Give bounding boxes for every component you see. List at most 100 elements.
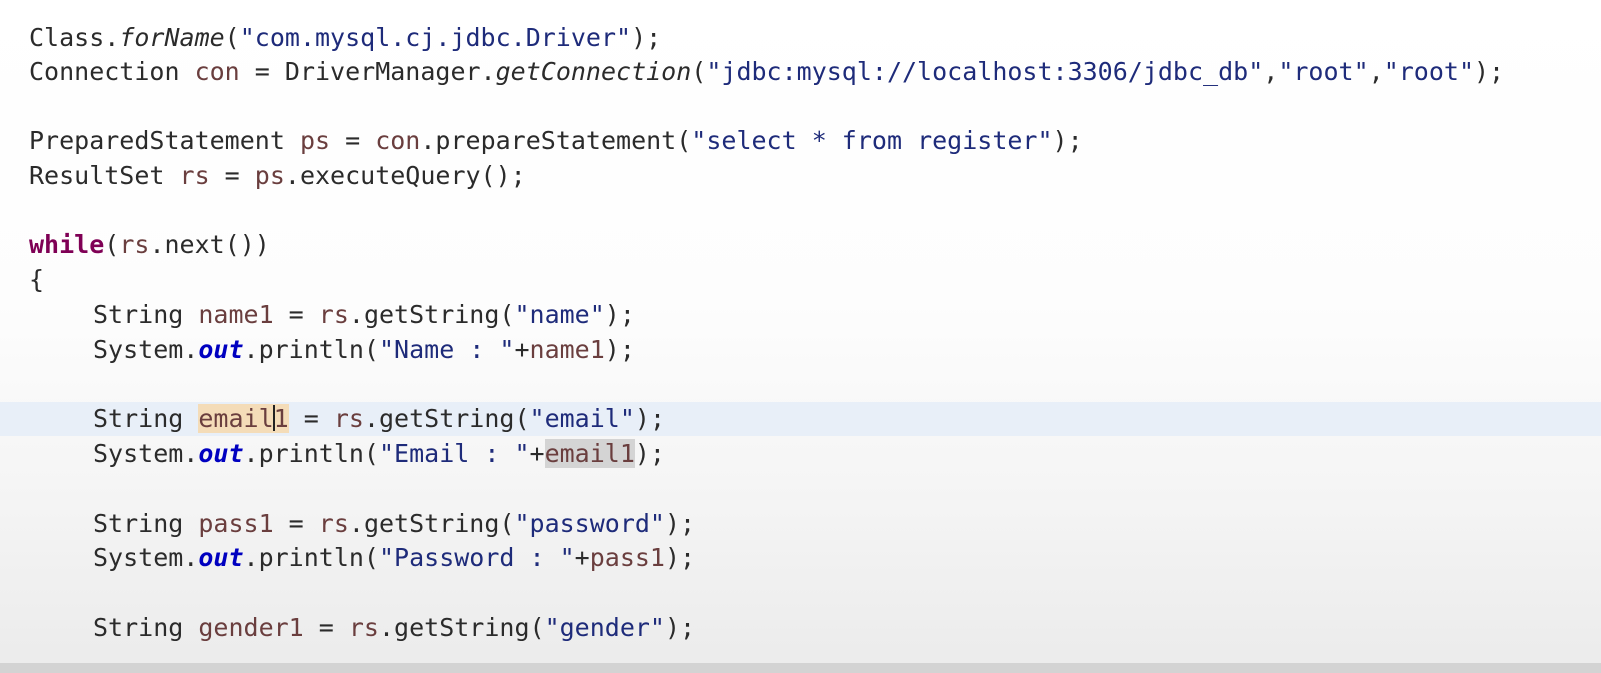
code-text: .println(: [243, 335, 379, 364]
variable-name: rs: [119, 230, 150, 259]
variable-name: rs: [333, 404, 364, 433]
code-line[interactable]: [0, 90, 1601, 124]
code-line[interactable]: System.out.println("Password : "+pass1);: [0, 541, 1601, 575]
code-text: +: [574, 543, 590, 572]
variable-name: con: [194, 57, 240, 86]
highlighted-occurrence: 1: [273, 404, 289, 433]
code-text: );: [634, 404, 665, 433]
code-line[interactable]: while(rs.next()): [0, 228, 1601, 262]
editor-bottom-edge: [0, 663, 1601, 673]
code-text: );: [1474, 57, 1505, 86]
code-text: .next()): [149, 230, 270, 259]
string-literal: "jdbc:mysql://localhost:3306/jdbc_db": [706, 57, 1264, 86]
code-text: = DriverManager.: [239, 57, 496, 86]
code-text: System.: [93, 335, 199, 364]
code-text: String: [93, 613, 199, 642]
keyword: while: [29, 230, 105, 259]
code-line[interactable]: [0, 194, 1601, 228]
variable-name: name1: [529, 335, 605, 364]
code-line[interactable]: String name1 = rs.getString("name");: [0, 298, 1601, 332]
string-literal: "select * from register": [691, 126, 1053, 155]
code-text: =: [209, 161, 255, 190]
code-text: System.: [93, 439, 199, 468]
code-text: );: [634, 439, 665, 468]
code-text: .getString(: [348, 509, 515, 538]
code-text: =: [288, 404, 334, 433]
code-text: Connection: [29, 57, 195, 86]
variable-name: rs: [318, 509, 349, 538]
code-text: );: [664, 543, 696, 572]
variable-name: rs: [179, 161, 210, 190]
string-literal: "email": [529, 404, 635, 433]
code-line[interactable]: Class.forName("com.mysql.cj.jdbc.Driver"…: [0, 21, 1601, 55]
code-text: =: [273, 509, 319, 538]
variable-name: con: [375, 126, 421, 155]
code-text: =: [273, 300, 319, 329]
code-text: =: [303, 613, 349, 642]
string-literal: "password": [514, 509, 665, 538]
code-line[interactable]: PreparedStatement ps = con.prepareStatem…: [0, 124, 1601, 158]
code-line[interactable]: System.out.println("Email : "+email1);: [0, 437, 1601, 471]
string-literal: "root": [1383, 57, 1474, 86]
code-text: );: [664, 509, 696, 538]
code-line[interactable]: {: [0, 263, 1601, 297]
code-text: );: [664, 613, 696, 642]
code-text: .executeQuery();: [284, 161, 526, 190]
code-editor[interactable]: Class.forName("com.mysql.cj.jdbc.Driver"…: [0, 0, 1601, 673]
code-line[interactable]: [0, 368, 1601, 402]
code-text: Class.: [29, 23, 120, 52]
string-literal: "name": [514, 300, 605, 329]
code-text: =: [330, 126, 376, 155]
static-field: out: [198, 335, 244, 364]
code-line[interactable]: String gender1 = rs.getString("gender");: [0, 611, 1601, 645]
code-line[interactable]: [0, 472, 1601, 506]
code-text: ResultSet: [29, 161, 180, 190]
code-text: .println(: [243, 543, 379, 572]
code-line[interactable]: String pass1 = rs.getString("password");: [0, 507, 1601, 541]
code-text: .println(: [243, 439, 379, 468]
text-caret: [272, 405, 275, 431]
code-text: +: [529, 439, 545, 468]
code-text: ,: [1368, 57, 1384, 86]
code-text: PreparedStatement: [29, 126, 300, 155]
code-text: .getString(: [363, 404, 530, 433]
variable-name: ps: [254, 161, 285, 190]
highlighted-occurrence: email1: [544, 439, 635, 468]
variable-name: rs: [348, 613, 379, 642]
code-text: {: [29, 265, 45, 294]
code-text: .prepareStatement(: [420, 126, 692, 155]
code-text: (: [104, 230, 120, 259]
method-name: getConnection: [495, 57, 692, 86]
variable-name: pass1: [198, 509, 274, 538]
code-text: );: [604, 335, 635, 364]
variable-name: pass1: [589, 543, 665, 572]
code-line[interactable]: ResultSet rs = ps.executeQuery();: [0, 159, 1601, 193]
code-line[interactable]: Connection con = DriverManager.getConnec…: [0, 55, 1601, 89]
string-literal: "Password : ": [378, 543, 575, 572]
string-literal: "gender": [544, 613, 665, 642]
variable-name: gender1: [198, 613, 304, 642]
code-text: String: [93, 509, 199, 538]
variable-name: ps: [299, 126, 331, 155]
code-text: String: [93, 404, 199, 433]
code-line[interactable]: [0, 576, 1601, 610]
code-text: .getString(: [348, 300, 515, 329]
variable-name: rs: [318, 300, 349, 329]
string-literal: "Name : ": [378, 335, 515, 364]
code-text: (: [691, 57, 707, 86]
code-line[interactable]: System.out.println("Name : "+name1);: [0, 333, 1601, 367]
static-field: out: [198, 439, 244, 468]
code-text: (: [224, 23, 240, 52]
code-text: System.: [93, 543, 199, 572]
highlighted-occurrence: email: [198, 404, 274, 433]
string-literal: "root": [1278, 57, 1369, 86]
code-text: .getString(: [378, 613, 545, 642]
code-text: ,: [1263, 57, 1279, 86]
variable-name: name1: [198, 300, 274, 329]
code-text: +: [514, 335, 530, 364]
current-code-line[interactable]: String email1 = rs.getString("email");: [0, 402, 1601, 436]
code-text: );: [604, 300, 635, 329]
code-text: );: [1052, 126, 1083, 155]
method-name: forName: [119, 23, 225, 52]
static-field: out: [198, 543, 244, 572]
